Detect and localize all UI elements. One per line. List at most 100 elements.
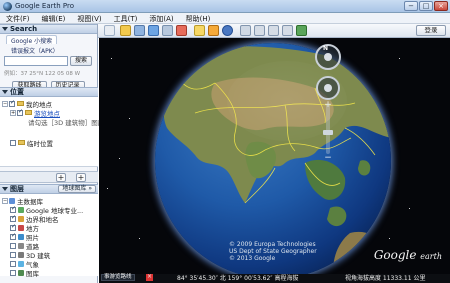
ruler-icon[interactable] bbox=[240, 25, 251, 36]
star bbox=[129, 118, 130, 119]
layer-label: 图库 bbox=[26, 269, 39, 278]
save-image-icon[interactable] bbox=[282, 25, 293, 36]
places-panel: 位置 − 我的地点 + 游览地点 请勾选［3D 建筑物］图层 临时位置 bbox=[0, 87, 104, 167]
copyright-line: US Dept of State Geographer bbox=[229, 248, 317, 255]
search-subtabs: 错误报文（APK） bbox=[0, 44, 97, 55]
checkbox[interactable] bbox=[10, 205, 16, 213]
checkbox[interactable] bbox=[10, 242, 16, 249]
layer-row[interactable]: 照片 bbox=[2, 232, 96, 242]
placemark-icon[interactable] bbox=[120, 25, 131, 36]
coordinates-readout: 84° 35′45.30″ 北 159° 00′53.62″ 高程海拔 bbox=[177, 275, 299, 282]
layers-panel-header[interactable]: 图层 地球图库 » bbox=[0, 184, 98, 194]
tree-label: 临时位置 bbox=[27, 139, 53, 148]
planet-icon[interactable] bbox=[222, 25, 233, 36]
checkbox[interactable] bbox=[10, 232, 16, 240]
menu-add[interactable]: 添加(A) bbox=[143, 13, 179, 23]
checkbox[interactable] bbox=[10, 269, 16, 276]
places-tree: − 我的地点 + 游览地点 请勾选［3D 建筑物］图层 临时位置 bbox=[0, 97, 104, 167]
print-icon[interactable] bbox=[268, 25, 279, 36]
zoom-slider[interactable] bbox=[326, 104, 330, 154]
menu-bar: 文件(F) 编辑(E) 视图(V) 工具(T) 添加(A) 帮助(H) bbox=[0, 13, 450, 24]
star bbox=[107, 188, 108, 189]
star bbox=[409, 208, 410, 209]
layer-row[interactable]: 边界和地名 bbox=[2, 214, 96, 224]
email-icon[interactable] bbox=[254, 25, 265, 36]
earth-viewport[interactable]: © 2009 Europa Technologies US Dept of St… bbox=[99, 38, 450, 274]
search-row: 搜索 bbox=[0, 53, 97, 69]
copyright-line: © 2009 Europa Technologies bbox=[229, 241, 316, 248]
checkbox[interactable] bbox=[9, 99, 15, 107]
earth-globe[interactable] bbox=[155, 43, 391, 274]
menu-help[interactable]: 帮助(H) bbox=[180, 13, 217, 23]
weather-icon bbox=[18, 260, 24, 267]
building-icon bbox=[18, 251, 24, 258]
menu-file[interactable]: 文件(F) bbox=[0, 13, 36, 23]
look-around-control[interactable]: N bbox=[315, 44, 341, 70]
layer-row[interactable]: 图库 bbox=[2, 268, 96, 278]
places-panel-header[interactable]: 位置 bbox=[0, 87, 98, 97]
folder-icon bbox=[18, 140, 25, 145]
zoom-slider-thumb[interactable] bbox=[323, 130, 333, 135]
search-hint: 例如：37 25°N 122 05 08 W bbox=[4, 71, 81, 77]
sunlight-icon[interactable] bbox=[208, 25, 219, 36]
menu-edit[interactable]: 编辑(E) bbox=[36, 13, 72, 23]
tour-button[interactable]: 事游览路线 bbox=[101, 274, 135, 281]
tree-row-temp-places[interactable]: 临时位置 bbox=[2, 138, 96, 148]
look-joystick-icon[interactable] bbox=[324, 53, 332, 61]
add-place-button[interactable]: + bbox=[56, 173, 66, 182]
expand-icon[interactable]: − bbox=[2, 100, 8, 107]
move-joystick-icon[interactable] bbox=[324, 84, 332, 92]
checkbox[interactable] bbox=[10, 223, 16, 231]
checkbox[interactable] bbox=[17, 108, 23, 116]
expand-icon[interactable]: − bbox=[2, 197, 8, 204]
layer-row[interactable]: 地方 bbox=[2, 223, 96, 233]
maximize-button[interactable]: □ bbox=[419, 1, 433, 11]
move-control[interactable] bbox=[316, 76, 340, 100]
image-overlay-icon[interactable] bbox=[162, 25, 173, 36]
search-button[interactable]: 搜索 bbox=[70, 56, 93, 66]
zoom-out-button[interactable]: − bbox=[322, 154, 334, 164]
tour-close-button[interactable]: × bbox=[146, 274, 153, 281]
record-tour-icon[interactable] bbox=[176, 25, 187, 36]
layer-row[interactable]: 气象 bbox=[2, 259, 96, 269]
expand-icon[interactable]: + bbox=[10, 109, 16, 116]
add-folder-button[interactable]: + bbox=[76, 173, 86, 182]
database-icon bbox=[9, 197, 15, 204]
collapse-icon bbox=[2, 187, 8, 191]
places-icon bbox=[18, 224, 24, 231]
tab-google-search[interactable]: Google 小搜索 bbox=[6, 35, 58, 45]
checkbox[interactable] bbox=[10, 214, 16, 222]
view-in-maps-icon[interactable] bbox=[296, 25, 307, 36]
search-input[interactable] bbox=[4, 56, 68, 66]
menu-view[interactable]: 视图(V) bbox=[71, 13, 107, 23]
menu-tools[interactable]: 工具(T) bbox=[108, 13, 144, 23]
window-controls: − □ × bbox=[404, 1, 448, 11]
login-button[interactable]: 登录 bbox=[416, 25, 446, 36]
layers-panel-title: 图层 bbox=[10, 185, 24, 193]
minimize-button[interactable]: − bbox=[404, 1, 418, 11]
close-button[interactable]: × bbox=[434, 1, 448, 11]
sidebar-toggle-icon[interactable] bbox=[104, 25, 115, 36]
layer-row[interactable]: 3D 建筑 bbox=[2, 250, 96, 260]
north-indicator[interactable]: N bbox=[323, 45, 328, 52]
google-earth-icon bbox=[3, 2, 12, 11]
search-panel-header[interactable]: Search bbox=[0, 24, 97, 34]
places-toolbar: + + bbox=[0, 171, 98, 183]
path-icon[interactable] bbox=[148, 25, 159, 36]
search-tabs: Google 小搜索 bbox=[0, 34, 97, 45]
checkbox[interactable] bbox=[10, 139, 16, 146]
folder-icon bbox=[17, 101, 24, 106]
collapse-icon bbox=[2, 90, 8, 94]
polygon-icon[interactable] bbox=[134, 25, 145, 36]
star bbox=[139, 238, 140, 239]
earth-gallery-button[interactable]: 地球图库 » bbox=[58, 185, 96, 193]
tree-row-hint: 请勾选［3D 建筑物］图层 bbox=[2, 117, 104, 127]
star bbox=[119, 158, 120, 159]
checkbox[interactable] bbox=[10, 251, 16, 258]
gallery-icon bbox=[18, 269, 24, 276]
star bbox=[111, 58, 112, 59]
tab-search-error[interactable]: 错误报文（APK） bbox=[6, 45, 64, 55]
checkbox[interactable] bbox=[10, 260, 16, 267]
main-toolbar: 登录 bbox=[98, 24, 450, 38]
historical-imagery-icon[interactable] bbox=[194, 25, 205, 36]
